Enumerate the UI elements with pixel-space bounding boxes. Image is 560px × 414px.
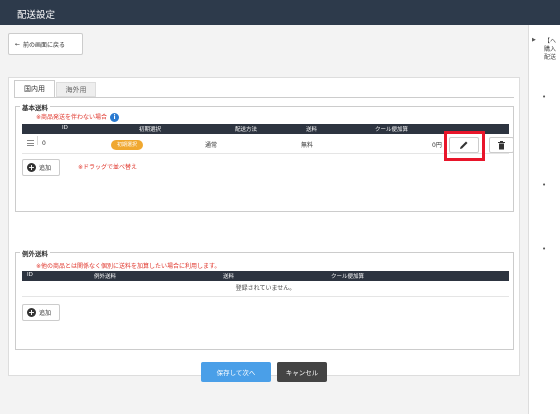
col-method: 配送方法 [235, 127, 258, 133]
triangle-right-icon[interactable]: ▶ [532, 37, 536, 43]
tab-domestic[interactable]: 国内用 [14, 80, 55, 97]
col-ex-fee: 送料 [223, 274, 235, 280]
col-ex-name: 例外送料 [94, 274, 117, 280]
basic-table-header: ID 初期選択 配送方法 送料 クール便加算 [22, 124, 509, 134]
add-basic-button[interactable]: + 追加 [22, 159, 60, 176]
back-button-label: 前の画面に戻る [23, 41, 66, 49]
page-title: 配送設定 [17, 10, 56, 21]
basic-shipping-note-text: ※商品発送を伴わない場合 [36, 114, 108, 121]
exception-shipping-group: 例外送料 ※他の商品とは関係なく個別に送料を加算したい場合に利用します。 ID … [15, 248, 514, 350]
info-icon[interactable]: i [110, 113, 120, 122]
table-row: | 0 初期選択 通常 無料 0円 [22, 131, 514, 161]
add-exception-button[interactable]: + 追加 [22, 304, 60, 321]
row-divider: | [36, 136, 40, 146]
delete-button[interactable] [489, 137, 514, 153]
basic-shipping-group: 基本送料 ※商品発送を伴わない場合 i ID 初期選択 配送方法 送料 クール便加… [15, 102, 514, 212]
trash-icon [498, 140, 505, 149]
help-bullet-1: • [542, 93, 547, 101]
col-fee: 送料 [306, 127, 318, 133]
drag-note: ※ドラッグで並べ替え [78, 164, 138, 171]
add-exception-label: 追加 [39, 310, 52, 317]
col-id: ID [62, 125, 68, 131]
arrow-left-icon: ← [15, 40, 21, 48]
main-content: ← 前の画面に戻る 国内用 海外用 基本送料 ※商品発送を伴わない場合 i ID … [0, 25, 528, 414]
back-button[interactable]: ← 前の画面に戻る [8, 33, 83, 55]
save-next-button[interactable]: 保存して次へ [201, 362, 271, 382]
col-ex-id: ID [27, 272, 33, 278]
col-ex-cool: クール便加算 [331, 274, 365, 280]
highlight-box [444, 131, 485, 161]
help-line-3: 配送 [544, 54, 557, 61]
plus-circle-icon: + [27, 163, 36, 172]
top-bar: 配送設定 [0, 0, 560, 25]
add-basic-label: 追加 [39, 165, 52, 172]
empty-state: 登録されていません。 [22, 281, 509, 297]
tab-divider [14, 97, 514, 98]
help-sidebar: ▶ 【ヘ 購入 配送 • • • [528, 25, 560, 414]
row-fee: 無料 [301, 142, 314, 149]
exception-shipping-note: ※他の商品とは関係なく個別に送料を加算したい場合に利用します。 [36, 263, 221, 270]
help-bullet-3: • [542, 245, 547, 253]
basic-shipping-note: ※商品発送を伴わない場合 i [36, 112, 120, 122]
settings-panel: 国内用 海外用 基本送料 ※商品発送を伴わない場合 i ID 初期選択 配送方法 … [8, 77, 520, 376]
col-cool: クール便加算 [375, 127, 409, 133]
row-cool: 0円 [432, 142, 442, 149]
exception-shipping-legend: 例外送料 [20, 248, 50, 258]
exception-table-header: ID 例外送料 送料 クール便加算 [22, 271, 509, 281]
plus-circle-icon: + [27, 308, 36, 317]
help-bullet-2: • [542, 181, 547, 189]
basic-shipping-legend: 基本送料 [20, 102, 50, 112]
cancel-button[interactable]: キャンセル [277, 362, 327, 382]
row-id: 0 [42, 140, 46, 147]
row-method: 通常 [205, 142, 218, 149]
col-default: 初期選択 [139, 127, 162, 133]
drag-handle-icon[interactable] [27, 139, 34, 147]
default-badge: 初期選択 [111, 140, 143, 150]
tab-overseas[interactable]: 海外用 [56, 82, 96, 97]
